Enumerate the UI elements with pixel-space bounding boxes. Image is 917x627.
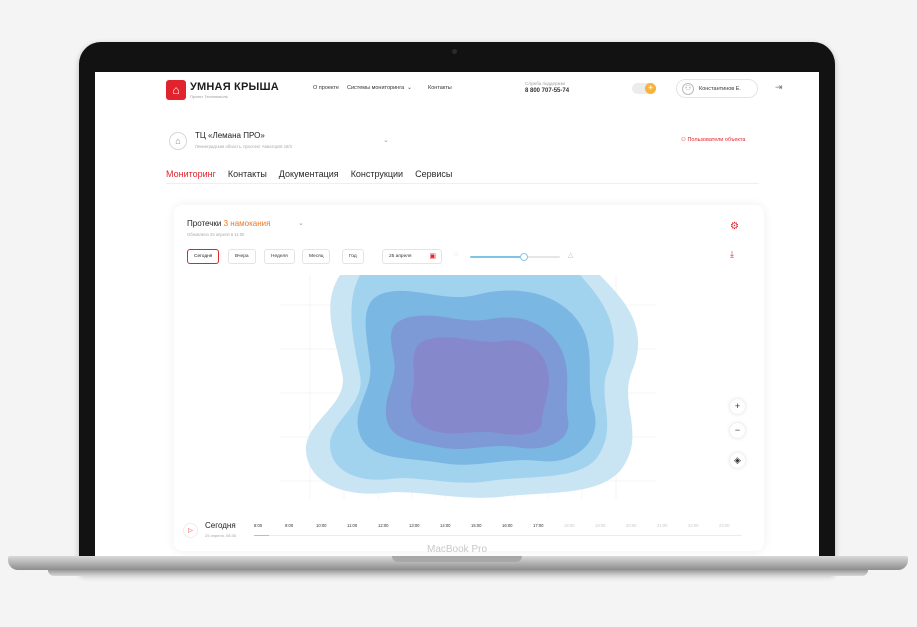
object-chevron-down-icon[interactable]: ⌄ <box>383 136 389 144</box>
timeline-hour[interactable]: 8:00 <box>254 523 262 528</box>
timeline-hour[interactable]: 20:00 <box>626 523 636 528</box>
home-icon: ⌂ <box>169 132 187 150</box>
compass-icon[interactable]: ◈ <box>730 453 745 468</box>
logout-icon[interactable]: ⇥ <box>775 82 783 93</box>
app-header: ⌂ УМНАЯ КРЫША Проект Технониколь О проек… <box>95 72 819 106</box>
card-updated: Обновлено 25 апреля в 11:00 <box>187 232 245 237</box>
date-picker[interactable]: 25 апреля ▣ <box>382 249 442 264</box>
app-screen: ⌂ УМНАЯ КРЫША Проект Технониколь О проек… <box>95 72 819 560</box>
laptop-lid: ⌂ УМНАЯ КРЫША Проект Технониколь О проек… <box>79 42 835 574</box>
nav-monitoring[interactable]: Системы мониторинга <box>347 85 404 91</box>
leaks-card: Протечки 3 намокания ⌄ Обновлено 25 апре… <box>174 205 764 551</box>
roof-leak-map[interactable] <box>280 275 656 499</box>
period-year[interactable]: Год <box>342 249 364 264</box>
play-icon[interactable]: ▷ <box>183 523 198 538</box>
timeline-hour[interactable]: 11:00 <box>347 523 357 528</box>
period-week[interactable]: Неделя <box>264 249 295 264</box>
brand-title[interactable]: УМНАЯ КРЫША <box>190 81 279 93</box>
tab-contacts[interactable]: Контакты <box>228 168 267 184</box>
timeline-hour[interactable]: 21:00 <box>657 523 667 528</box>
tabs-divider <box>166 183 759 184</box>
timeline-hour[interactable]: 22:00 <box>688 523 698 528</box>
user-icon: ⚇ <box>682 83 694 95</box>
settings-icon[interactable]: ⚙ <box>730 221 739 232</box>
leak-level-5 <box>410 337 549 435</box>
nav-contacts[interactable]: Контакты <box>428 85 452 91</box>
camera <box>452 49 457 54</box>
object-users-label: Пользователи объекта <box>687 137 746 143</box>
object-address: Ленинградская область, проспект Авиаторо… <box>195 144 292 149</box>
period-month[interactable]: Месяц <box>302 249 331 264</box>
drop-small-icon: ◌ <box>454 251 459 258</box>
calendar-icon: ▣ <box>429 253 436 260</box>
tab-monitoring[interactable]: Мониторинг <box>166 168 216 184</box>
object-users-link[interactable]: ⚇ Пользователи объекта <box>681 137 745 143</box>
tab-services[interactable]: Сервисы <box>415 168 452 184</box>
chevron-down-icon[interactable]: ⌄ <box>407 84 412 91</box>
download-icon[interactable]: ⤓ <box>730 249 734 260</box>
user-menu[interactable]: ⚇ Константинов Е. <box>676 79 758 98</box>
laptop-foot <box>48 570 868 576</box>
period-yesterday[interactable]: Вчера <box>228 249 256 264</box>
slider-handle[interactable] <box>520 253 528 261</box>
support-label: Служба поддержки <box>525 81 566 86</box>
object-title[interactable]: ТЦ «Лемана ПРО» <box>195 131 265 140</box>
card-chevron-down-icon[interactable]: ⌄ <box>298 219 304 227</box>
sun-icon: ☀ <box>645 83 656 94</box>
timeline-hour[interactable]: 12:00 <box>378 523 388 528</box>
brand-subtitle: Проект Технониколь <box>190 94 228 99</box>
support-phone[interactable]: 8 800 707-55-74 <box>525 88 569 94</box>
timeline-subtitle: 25 апреля, 08:36 <box>205 533 236 538</box>
timeline-hour[interactable]: 18:00 <box>564 523 574 528</box>
laptop-notch <box>392 556 522 562</box>
timeline-hour[interactable]: 10:00 <box>316 523 326 528</box>
timeline-track[interactable] <box>254 535 742 536</box>
card-count[interactable]: 3 намокания <box>224 219 271 228</box>
logo-icon[interactable]: ⌂ <box>166 80 186 100</box>
zoom-out-button[interactable]: − <box>730 423 745 438</box>
nav-about[interactable]: О проекте <box>313 85 339 91</box>
card-title-text: Протечки <box>187 219 222 228</box>
timeline-hour[interactable]: 9:00 <box>285 523 293 528</box>
drop-large-icon: △ <box>568 252 574 259</box>
user-name: Константинов Е. <box>699 86 741 92</box>
timeline-hour[interactable]: 23:00 <box>719 523 729 528</box>
zoom-in-button[interactable]: + <box>730 399 745 414</box>
tabs: Мониторинг Контакты Документация Констру… <box>166 168 452 184</box>
tab-constructions[interactable]: Конструкции <box>351 168 403 184</box>
slider-fill <box>470 256 524 258</box>
date-value: 25 апреля <box>389 254 412 259</box>
timeline-hour[interactable]: 15:00 <box>471 523 481 528</box>
timeline-hour[interactable]: 17:00 <box>533 523 543 528</box>
timeline-hour[interactable]: 13:00 <box>409 523 419 528</box>
timeline-title: Сегодня <box>205 521 236 530</box>
timeline-progress <box>254 535 269 536</box>
timeline-hour[interactable]: 16:00 <box>502 523 512 528</box>
timeline-hour[interactable]: 19:00 <box>595 523 605 528</box>
tab-documentation[interactable]: Документация <box>279 168 339 184</box>
theme-toggle[interactable]: ☀ <box>632 83 656 94</box>
device-label: MacBook Pro <box>426 544 488 555</box>
period-today[interactable]: Сегодня <box>187 249 220 264</box>
intensity-slider[interactable] <box>470 253 560 261</box>
timeline-hour[interactable]: 14:00 <box>440 523 450 528</box>
card-title: Протечки 3 намокания <box>187 219 270 228</box>
